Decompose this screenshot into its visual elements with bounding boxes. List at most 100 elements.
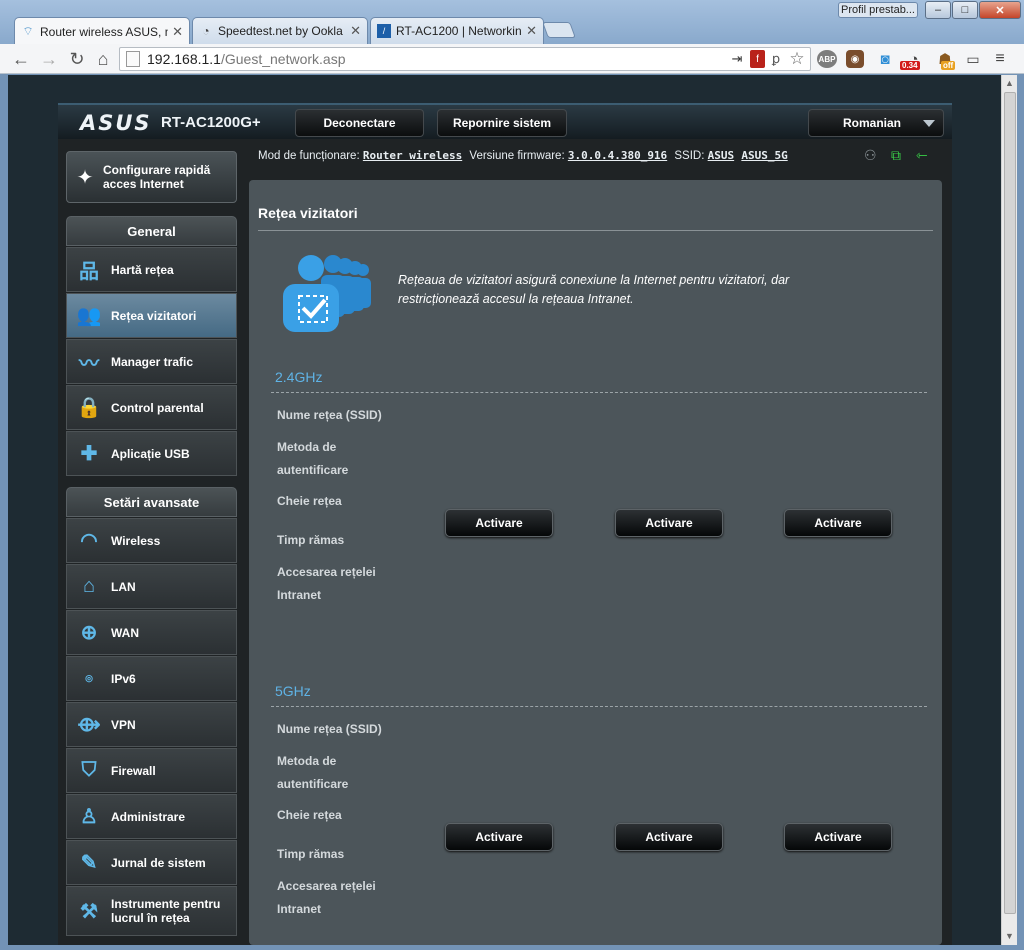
row-ssid: Nume rețea (SSID) <box>277 722 382 736</box>
row-intranet-access: Accesarea rețelei Intranet <box>277 879 376 916</box>
clients-icon[interactable]: ⚇ <box>864 147 877 164</box>
chevron-down-icon <box>923 120 935 127</box>
ssid-link-1[interactable]: ASUS <box>708 149 735 162</box>
reboot-button[interactable]: Repornire sistem <box>437 109 567 137</box>
vpn-icon: ⟴ <box>77 714 101 736</box>
pin-icon[interactable]: ⇥ <box>728 50 746 68</box>
wifi-icon: ◠ <box>80 530 98 552</box>
description: Rețeaua de vizitatori asigură conexiune … <box>398 273 790 306</box>
reload-icon[interactable]: ↻ <box>66 48 88 70</box>
close-icon[interactable]: ✕ <box>172 24 183 40</box>
asus-favicon-icon: / <box>377 24 391 38</box>
new-tab-button[interactable] <box>542 22 576 38</box>
band-title-5ghz: 5GHz <box>275 683 311 699</box>
enable-button-24-2[interactable]: Activare <box>615 509 723 537</box>
sidebar-item-vpn[interactable]: ⟴ VPN <box>66 702 237 747</box>
sidebar-item-network-map[interactable]: 品 Hartă rețea <box>66 247 237 292</box>
sidebar-item-system-log[interactable]: ✎ Jurnal de sistem <box>66 840 237 885</box>
asus-logo: ASUS <box>80 111 152 135</box>
guest-network-icon <box>283 255 371 332</box>
scrollbar-thumb[interactable] <box>1004 92 1016 914</box>
mode-link[interactable]: Router wireless <box>363 149 462 162</box>
minimize-button[interactable]: – <box>925 1 951 19</box>
key-icon[interactable]: ꝑ <box>769 50 783 68</box>
enable-button-24-3[interactable]: Activare <box>784 509 892 537</box>
flash-icon[interactable]: f <box>750 50 765 68</box>
sidebar-item-usb[interactable]: ✚ Aplicație USB <box>66 431 237 476</box>
user-icon: ♙ <box>80 806 98 828</box>
language-select[interactable]: Romanian <box>808 109 944 137</box>
main-panel: Rețea vizitatori Rețeaua de vizitatori a… <box>249 180 942 945</box>
enable-button-5-1[interactable]: Activare <box>445 823 553 851</box>
sidebar-item-administration[interactable]: ♙ Administrare <box>66 794 237 839</box>
home-icon[interactable]: ⌂ <box>92 48 114 70</box>
tab-router[interactable]: ⌔ Router wireless ASUS, mo ✕ <box>14 17 190 45</box>
ssid-link-2[interactable]: ASUS_5G <box>741 149 787 162</box>
logout-button[interactable]: Deconectare <box>295 109 424 137</box>
adblock-icon[interactable]: ABP <box>817 50 837 68</box>
address-bar[interactable]: 192.168.1.1/Guest_network.asp <box>119 47 811 71</box>
title-bar: ⌔ Router wireless ASUS, mo ✕ ◔ Speedtest… <box>0 0 1024 45</box>
router-ui: ASUS RT-AC1200G+ Deconectare Repornire s… <box>58 103 952 945</box>
browser-toolbar: ← → ↻ ⌂ 192.168.1.1/Guest_network.asp ⇥ … <box>0 44 1024 74</box>
row-network-key: Cheie rețea <box>277 808 342 822</box>
network-map-icon: 品 <box>79 261 99 283</box>
row-auth-method: Metoda de autentificare <box>277 440 349 477</box>
magic-wand-icon: ✦ <box>76 166 94 189</box>
enable-button-5-3[interactable]: Activare <box>784 823 892 851</box>
sidebar-item-parental[interactable]: 🔒 Control parental <box>66 385 237 430</box>
sidebar-item-firewall[interactable]: ⛉ Firewall <box>66 748 237 793</box>
instagram-icon[interactable]: ◉ <box>846 50 864 68</box>
guest-users-icon: 👥 <box>76 305 102 327</box>
close-icon[interactable]: ✕ <box>350 23 361 39</box>
usb-icon[interactable]: ⇽ <box>916 147 928 164</box>
forward-icon[interactable]: → <box>38 48 60 70</box>
menu-icon[interactable]: ≡ <box>992 50 1008 68</box>
scroll-down-icon[interactable]: ▼ <box>1005 931 1014 941</box>
speed-badge: 0.34 <box>900 61 920 70</box>
sidebar-item-lan[interactable]: ⌂ LAN <box>66 564 237 609</box>
page-icon <box>126 51 140 67</box>
title-divider <box>258 230 933 231</box>
sidebar-item-wan[interactable]: ⊕ WAN <box>66 610 237 655</box>
off-badge: off <box>941 61 956 70</box>
enable-button-24-1[interactable]: Activare <box>445 509 553 537</box>
puzzle-icon: ✚ <box>80 443 98 465</box>
close-window-button[interactable]: ✕ <box>979 1 1021 19</box>
sidebar-item-ipv6[interactable]: ◎ IPv6 <box>66 656 237 701</box>
row-time-remaining: Timp rămas <box>277 533 345 547</box>
firmware-link[interactable]: 3.0.0.4.380_916 <box>568 149 667 162</box>
sidebar-item-guest-network[interactable]: 👥 Rețea vizitatori <box>66 293 237 338</box>
model-name: RT-AC1200G+ <box>161 114 261 131</box>
tab-asus-networking[interactable]: / RT-AC1200 | Networking | ✕ <box>370 17 544 44</box>
tab-speedtest[interactable]: ◔ Speedtest.net by Ookla - T ✕ <box>192 17 368 44</box>
scrollbar[interactable]: ▲ ▼ <box>1001 75 1017 945</box>
section-general: General <box>66 216 237 246</box>
network-status-icon[interactable]: ⧉ <box>891 147 901 164</box>
lock-icon: 🔒 <box>76 397 102 419</box>
speedometer-icon: ◔ <box>202 24 210 38</box>
back-icon[interactable]: ← <box>10 48 32 70</box>
scroll-up-icon[interactable]: ▲ <box>1005 78 1014 88</box>
sidebar-item-traffic[interactable]: 〰 Manager trafic <box>66 339 237 384</box>
shield-icon: ⛉ <box>81 759 97 781</box>
sidebar-item-network-tools[interactable]: ⚒ Instrumente pentru lucrul în rețea <box>66 886 237 936</box>
wifi-icon: ⌔ <box>22 24 34 38</box>
cast-icon[interactable]: ▭ <box>964 50 982 68</box>
page-viewport: ASUS RT-AC1200G+ Deconectare Repornire s… <box>8 75 1001 945</box>
maximize-button[interactable]: □ <box>952 1 978 19</box>
section-advanced: Setări avansate <box>66 487 237 517</box>
url-path: /Guest_network.asp <box>220 51 346 67</box>
enable-button-5-2[interactable]: Activare <box>615 823 723 851</box>
status-line: Mod de funcționare: Router wireless Vers… <box>258 149 788 162</box>
quick-setup-button[interactable]: ✦ Configurare rapidă acces Internet <box>66 151 237 203</box>
log-icon: ✎ <box>80 852 98 874</box>
close-icon[interactable]: ✕ <box>526 23 537 39</box>
row-network-key: Cheie rețea <box>277 494 342 508</box>
profile-button[interactable]: Profil prestab... <box>838 2 918 18</box>
star-icon[interactable]: ☆ <box>788 49 806 68</box>
browser-window: ⌔ Router wireless ASUS, mo ✕ ◔ Speedtest… <box>0 0 1024 950</box>
camera-icon[interactable]: ◙ <box>876 50 894 68</box>
row-ssid: Nume rețea (SSID) <box>277 408 382 422</box>
sidebar-item-wireless[interactable]: ◠ Wireless <box>66 518 237 563</box>
